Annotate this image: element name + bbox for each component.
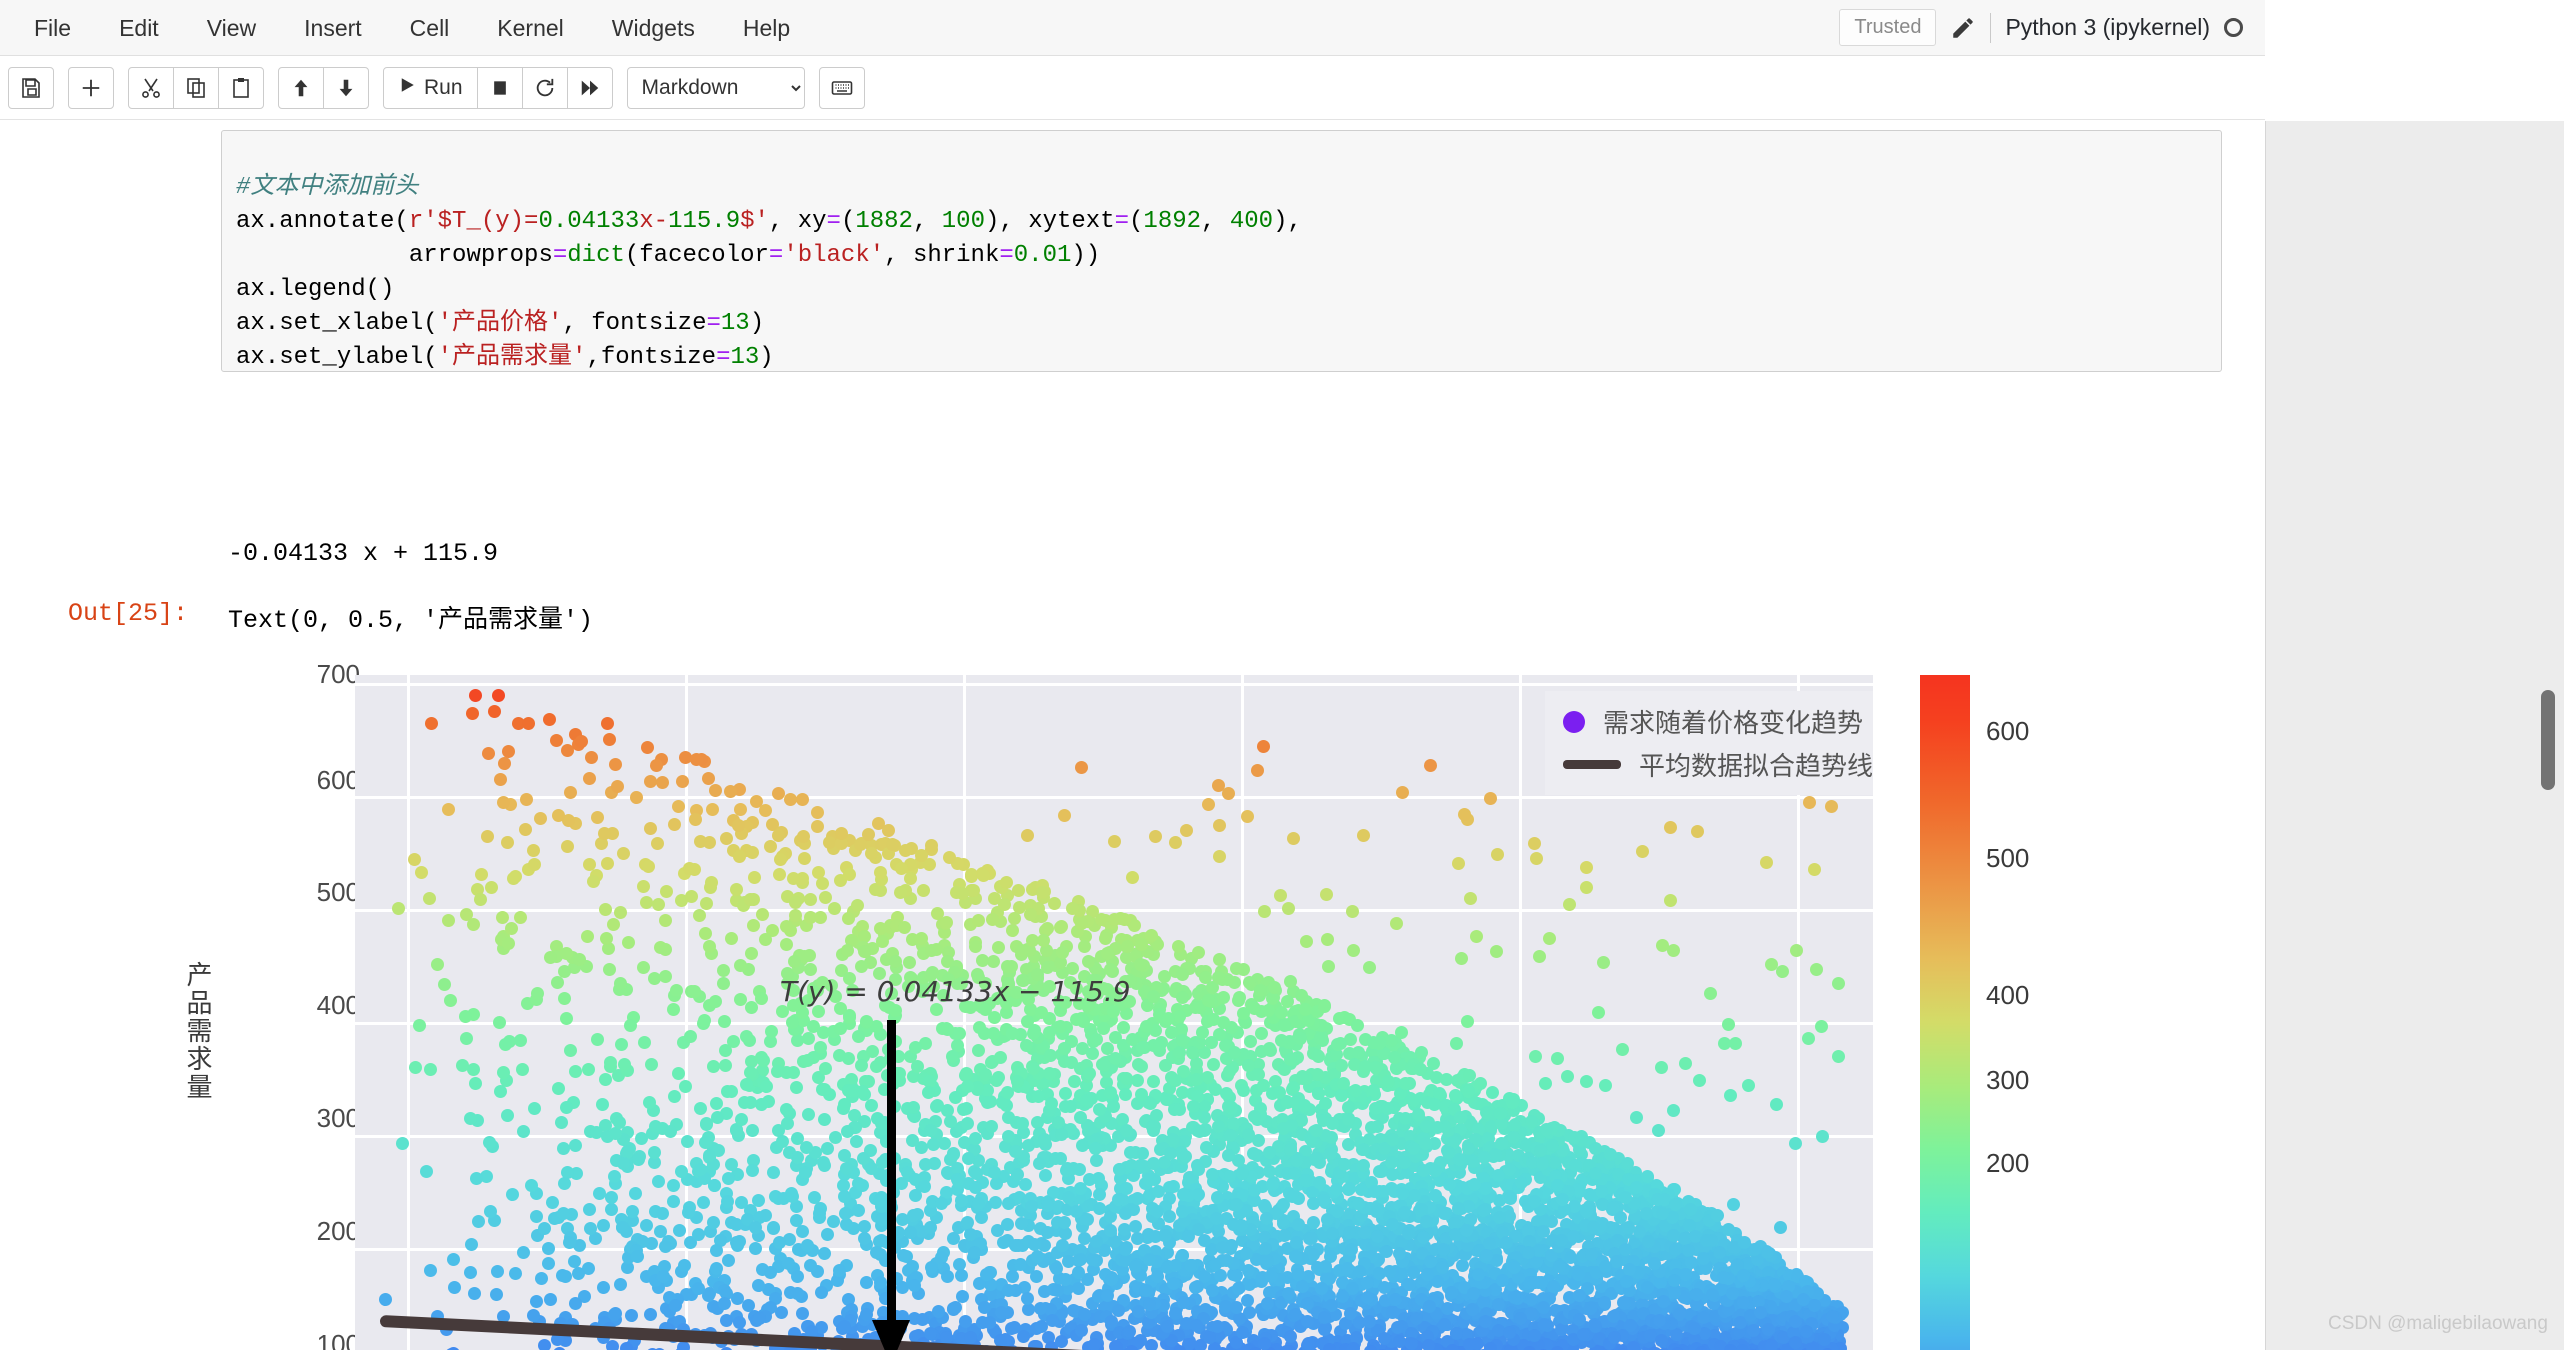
menu-view[interactable]: View xyxy=(189,0,274,56)
colorbar-tick-300: 300 xyxy=(1986,1065,2030,1095)
notebook-body: #文本中添加前头 ax.annotate(r'$T_(y)=0.04133x-11… xyxy=(0,121,2265,1350)
annotation-text: T(y) = 0.04133x − 115.9 xyxy=(780,975,1131,1008)
run-button[interactable]: Run xyxy=(383,66,478,109)
legend-entry-scatter: 需求随着价格变化趋势 xyxy=(1563,703,1873,740)
chart-legend: 需求随着价格变化趋势 平均数据拟合趋势线 xyxy=(1545,691,1873,795)
y-tick-400: 400 xyxy=(316,990,360,1020)
y-tick-300: 300 xyxy=(316,1103,360,1133)
play-triangle-icon xyxy=(398,76,416,100)
legend-dot-icon xyxy=(1563,710,1585,733)
right-gutter xyxy=(2265,121,2564,1350)
y-tick-500: 500 xyxy=(316,877,360,907)
toolbar-group-shortcuts xyxy=(818,66,865,109)
legend-label-trendline: 平均数据拟合趋势线 xyxy=(1638,751,1873,781)
toolbar-group-save xyxy=(8,66,54,109)
toolbar-group-clipboard xyxy=(128,66,264,109)
matplotlib-figure: 700 600 500 400 300 200 100 产品需求量 T(y) =… xyxy=(183,659,2060,1350)
insert-cell-below-button[interactable] xyxy=(68,66,114,109)
code-cell[interactable]: #文本中添加前头 ax.annotate(r'$T_(y)=0.04133x-11… xyxy=(221,130,2222,372)
code-line-4: ax.legend() xyxy=(236,276,395,303)
y-axis-label: 产品需求量 xyxy=(183,961,213,1101)
menu-cell[interactable]: Cell xyxy=(392,0,468,56)
move-cell-up-button[interactable] xyxy=(278,66,324,109)
code-line-2: ax.annotate(r'$T_(y)=0.04133x-115.9$', x… xyxy=(236,208,1302,235)
legend-line-icon xyxy=(1563,760,1621,769)
kernel-idle-circle-icon[interactable] xyxy=(2224,18,2243,37)
paste-button[interactable] xyxy=(218,66,264,109)
y-tick-100: 100 xyxy=(316,1329,360,1350)
colorbar-tick-200: 200 xyxy=(1986,1148,2030,1178)
copy-button[interactable] xyxy=(173,66,219,109)
annotation-arrow-shaft xyxy=(887,1020,896,1330)
interrupt-kernel-button[interactable] xyxy=(476,66,523,109)
toolbar-group-insert xyxy=(68,66,114,109)
stdout-output: -0.04133 x + 115.9 xyxy=(228,539,499,568)
cell-type-select[interactable]: CodeMarkdownRaw NBConvertHeading xyxy=(626,66,805,109)
menu-kernel[interactable]: Kernel xyxy=(479,0,581,56)
menubar-status-group: Trusted Python 3 (ipykernel) xyxy=(1839,9,2243,46)
restart-and-run-all-button[interactable] xyxy=(566,66,613,109)
output-prompt: Out[25]: xyxy=(68,599,189,628)
y-tick-600: 600 xyxy=(316,765,360,795)
menu-widgets[interactable]: Widgets xyxy=(594,0,713,56)
run-button-label: Run xyxy=(424,75,463,99)
menubar-items: File Edit View Insert Cell Kernel Widget… xyxy=(10,0,814,56)
y-tick-200: 200 xyxy=(316,1216,360,1246)
code-line-1: #文本中添加前头 xyxy=(236,174,419,201)
toolbar-group-move xyxy=(278,66,369,109)
save-button[interactable] xyxy=(8,66,54,109)
colorbar xyxy=(1920,675,1970,1350)
pencil-icon[interactable] xyxy=(1950,15,1976,41)
code-line-3: arrowprops=dict(facecolor='black', shrin… xyxy=(236,242,1101,269)
legend-entry-trendline: 平均数据拟合趋势线 xyxy=(1563,746,1873,783)
colorbar-tick-600: 600 xyxy=(1986,716,2030,746)
status-divider xyxy=(1990,12,1992,43)
legend-label-scatter: 需求随着价格变化趋势 xyxy=(1603,708,1864,738)
code-line-6: ax.set_ylabel('产品需求量',fontsize=13) xyxy=(236,344,774,371)
colorbar-tick-500: 500 xyxy=(1986,843,2030,873)
trusted-badge[interactable]: Trusted xyxy=(1839,9,1937,46)
toolbar: Run CodeMarkdownRaw NBConvertHeading xyxy=(0,56,2265,120)
vertical-scrollbar-thumb[interactable] xyxy=(2541,690,2555,790)
move-cell-down-button[interactable] xyxy=(323,66,369,109)
menu-edit[interactable]: Edit xyxy=(101,0,177,56)
menubar: File Edit View Insert Cell Kernel Widget… xyxy=(0,0,2265,56)
plot-area: T(y) = 0.04133x − 115.9 需求随着价格变化趋势 平均数据拟… xyxy=(355,675,1873,1350)
y-tick-700: 700 xyxy=(316,659,360,689)
menu-file[interactable]: File xyxy=(16,0,89,56)
menu-help[interactable]: Help xyxy=(725,0,808,56)
cut-button[interactable] xyxy=(128,66,174,109)
keyboard-shortcuts-button[interactable] xyxy=(818,66,865,109)
watermark-text: CSDN @maligebilaowang xyxy=(2328,1313,2548,1334)
menu-insert[interactable]: Insert xyxy=(286,0,380,56)
restart-kernel-button[interactable] xyxy=(521,66,568,109)
colorbar-tick-400: 400 xyxy=(1986,980,2030,1010)
annotation-arrow-head xyxy=(872,1320,910,1350)
code-editor[interactable]: #文本中添加前头 ax.annotate(r'$T_(y)=0.04133x-11… xyxy=(222,131,2221,443)
toolbar-group-run: Run xyxy=(383,66,613,109)
code-line-5: ax.set_xlabel('产品价格', fontsize=13) xyxy=(236,310,765,337)
output-repr-value: Text(0, 0.5, '产品需求量') xyxy=(228,606,594,635)
kernel-name-label: Python 3 (ipykernel) xyxy=(2005,14,2210,40)
